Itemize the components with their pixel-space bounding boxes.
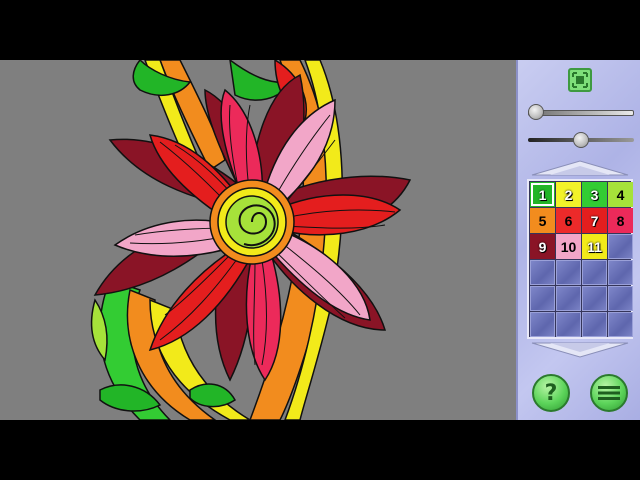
palette-empty-slot (556, 312, 581, 337)
side-panel: 1 2 3 4 5 6 7 8 9 10 11 ? (516, 60, 640, 420)
bottom-letterbox (0, 420, 640, 480)
zoom-slider-knob[interactable] (528, 104, 544, 120)
flower-center[interactable] (209, 179, 295, 265)
palette-empty-slot (608, 312, 633, 337)
palette-empty-slot (608, 286, 633, 311)
palette-empty-slot (608, 234, 633, 259)
palette-empty-slot (582, 312, 607, 337)
brightness-slider-knob[interactable] (573, 132, 589, 148)
flower-artwork[interactable] (0, 60, 516, 420)
fit-to-screen-button[interactable] (568, 68, 592, 92)
palette-empty-slot (582, 286, 607, 311)
palette-scroll-down-button[interactable] (530, 342, 630, 358)
palette-empty-slot (530, 312, 555, 337)
palette-scroll-up-button[interactable] (530, 160, 630, 176)
palette-swatch[interactable]: 9 (530, 234, 555, 259)
palette-empty-slot (608, 260, 633, 285)
brightness-slider[interactable] (528, 132, 634, 148)
palette-empty-slot (556, 286, 581, 311)
palette-swatch[interactable]: 4 (608, 182, 633, 207)
top-letterbox (0, 0, 640, 60)
help-label: ? (544, 380, 558, 406)
fit-to-screen-icon (572, 72, 588, 88)
zoom-slider[interactable] (528, 104, 634, 120)
palette-swatch[interactable]: 8 (608, 208, 633, 233)
palette-swatch[interactable]: 1 (530, 182, 555, 207)
palette-empty-slot (530, 260, 555, 285)
menu-button[interactable] (590, 374, 628, 412)
palette-swatch[interactable]: 2 (556, 182, 581, 207)
help-button[interactable]: ? (532, 374, 570, 412)
palette-swatch[interactable]: 5 (530, 208, 555, 233)
palette-empty-slot (582, 260, 607, 285)
palette-empty-slot (530, 286, 555, 311)
palette-swatch[interactable]: 6 (556, 208, 581, 233)
palette-swatch[interactable]: 7 (582, 208, 607, 233)
palette-swatch[interactable]: 10 (556, 234, 581, 259)
color-palette: 1 2 3 4 5 6 7 8 9 10 11 (527, 179, 633, 339)
coloring-canvas[interactable] (0, 60, 516, 420)
palette-swatch[interactable]: 3 (582, 182, 607, 207)
menu-icon (598, 386, 620, 400)
palette-swatch[interactable]: 11 (582, 234, 607, 259)
palette-empty-slot (556, 260, 581, 285)
